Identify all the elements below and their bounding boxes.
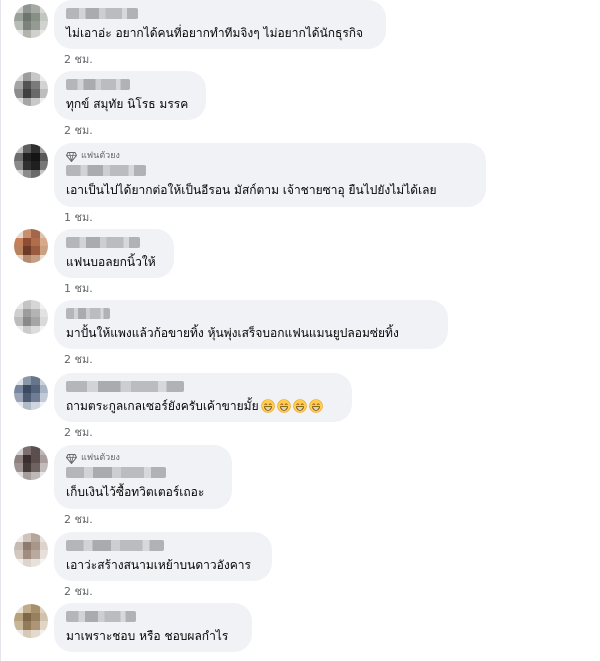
comment-bubble: แฟนตัวยง เก็บเงินไว้ซื้อทวิตเตอร์เถอะ	[54, 445, 232, 509]
fan-badge-label: แฟนตัวยง	[81, 453, 120, 463]
commenter-name[interactable]	[66, 467, 166, 478]
top-fan-badge: แฟนตัวยง	[66, 453, 220, 464]
comment-bubble: ไม่เอาอ่ะ อยากได้คนที่อยากทำทีมจิงๆ ไม่อ…	[54, 0, 386, 49]
comment-text: ถามตระกูลเกลเซอร์ยังครับเค้าขายมั้ย	[66, 398, 340, 414]
commenter-name[interactable]	[66, 540, 164, 551]
comment-bubble: มาเพราะชอบ หรือ ชอบผลกำไร	[54, 603, 252, 652]
comment-timestamp[interactable]: 2 ชม.	[64, 514, 93, 526]
thread-border	[0, 0, 1, 661]
fan-badge-label: แฟนตัวยง	[81, 151, 120, 161]
commenter-name[interactable]	[66, 79, 130, 90]
comment-text: เอาว่ะสร้างสนามเหย้าบนดาวอังคาร	[66, 558, 251, 572]
comment-text: มาเพราะชอบ หรือ ชอบผลกำไร	[66, 629, 229, 643]
avatar[interactable]	[14, 604, 48, 638]
comment-timestamp[interactable]: 2 ชม.	[64, 427, 93, 439]
comment-text-content: ถามตระกูลเกลเซอร์ยังครับเค้าขายมั้ย	[66, 399, 259, 413]
comment-bubble: แฟนตัวยง เอาเป็นไปได้ยากต่อให้เป็นอีรอน …	[54, 143, 486, 207]
comment-bubble: เอาว่ะสร้างสนามเหย้าบนดาวอังคาร	[54, 532, 272, 581]
comment-text: ทุกข์ สมุทัย นิโรธ มรรค	[66, 97, 189, 111]
grinning-face-emoji	[292, 399, 307, 413]
comment-bubble: ทุกข์ สมุทัย นิโรธ มรรค	[54, 71, 206, 120]
avatar[interactable]	[14, 72, 48, 106]
comment-text: เก็บเงินไว้ซื้อทวิตเตอร์เถอะ	[66, 485, 205, 499]
comment-timestamp[interactable]: 1 ชม.	[64, 283, 93, 295]
commenter-name[interactable]	[66, 8, 138, 19]
comment-text: แฟนบอลยกนิ้วให้	[66, 255, 156, 269]
comment-text: มาปั้นให้แพงแล้วก้อขายทิ้ง หุ้นพุ่งเสร็จ…	[66, 326, 399, 340]
comment-timestamp[interactable]: 1 ชม.	[64, 212, 93, 224]
comment-timestamp[interactable]: 2 ชม.	[64, 586, 93, 598]
comment-timestamp[interactable]: 2 ชม.	[64, 125, 93, 137]
comment-text: เอาเป็นไปได้ยากต่อให้เป็นอีรอน มัสก์ตาม …	[66, 183, 437, 197]
commenter-name[interactable]	[66, 611, 136, 622]
avatar[interactable]	[14, 446, 48, 480]
comment-bubble: แฟนบอลยกนิ้วให้	[54, 229, 174, 278]
grinning-face-emoji	[276, 399, 291, 413]
top-fan-badge: แฟนตัวยง	[66, 151, 474, 162]
comment-bubble: ถามตระกูลเกลเซอร์ยังครับเค้าขายมั้ย	[54, 373, 352, 422]
comment-bubble: มาปั้นให้แพงแล้วก้อขายทิ้ง หุ้นพุ่งเสร็จ…	[54, 300, 448, 349]
grinning-face-emoji	[260, 399, 275, 413]
avatar[interactable]	[14, 376, 48, 410]
commenter-name[interactable]	[66, 165, 146, 176]
commenter-name[interactable]	[66, 237, 140, 248]
avatar[interactable]	[14, 533, 48, 567]
commenter-name[interactable]	[66, 381, 184, 392]
avatar[interactable]	[14, 144, 48, 178]
avatar[interactable]	[14, 300, 48, 334]
diamond-icon	[66, 453, 77, 464]
commenter-name[interactable]	[66, 308, 110, 319]
avatar[interactable]	[14, 4, 48, 38]
comment-timestamp[interactable]: 2 ชม.	[64, 54, 93, 66]
avatar[interactable]	[14, 229, 48, 263]
diamond-icon	[66, 151, 77, 162]
grinning-face-emoji	[308, 399, 323, 413]
comment-timestamp[interactable]: 2 ชม.	[64, 354, 93, 366]
comment-text: ไม่เอาอ่ะ อยากได้คนที่อยากทำทีมจิงๆ ไม่อ…	[66, 26, 364, 40]
